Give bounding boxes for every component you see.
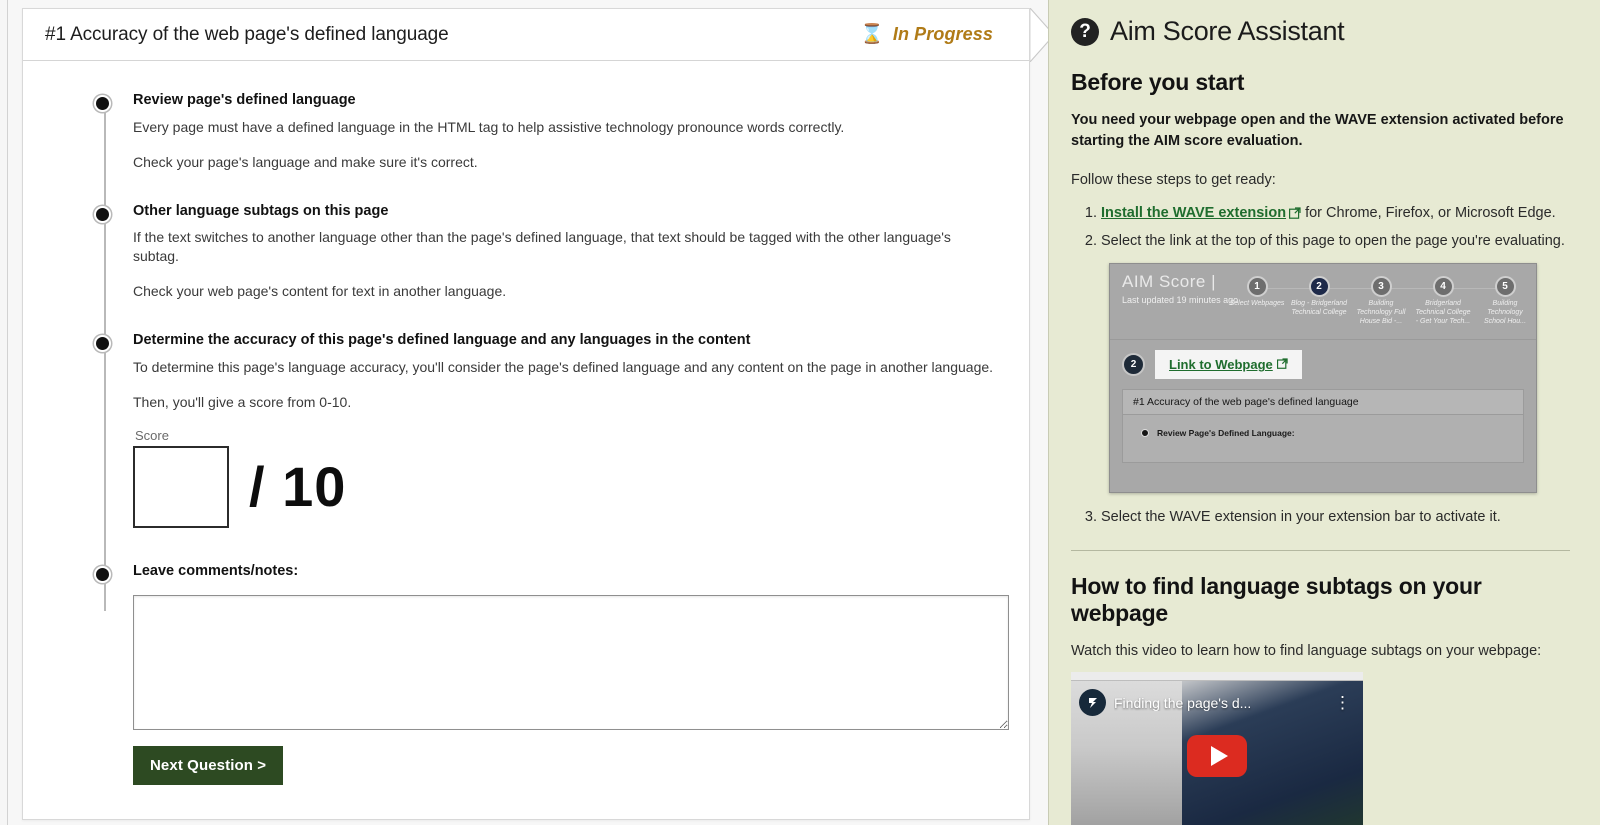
link-to-webpage-label: Link to Webpage: [1169, 357, 1273, 373]
timeline-step: Review page's defined language Every pag…: [23, 91, 1029, 202]
video-overlay-bar: Finding the page's d... ⋮: [1071, 681, 1363, 717]
timeline-step-body: Leave comments/notes: Next Question >: [133, 562, 1039, 785]
setup-steps-list-continued: Select the WAVE extension in your extens…: [1071, 505, 1570, 530]
list-item: Select the WAVE extension in your extens…: [1101, 505, 1570, 530]
youtube-video-embed[interactable]: Finding the page's d... ⋮: [1071, 672, 1363, 825]
external-link-icon: [1289, 203, 1301, 228]
video-section-intro: Watch this video to learn how to find la…: [1071, 643, 1542, 660]
timeline-dot-icon: [94, 335, 111, 353]
app-root: #1 Accuracy of the web page's defined la…: [0, 0, 1600, 825]
video-title[interactable]: Finding the page's d...: [1114, 695, 1326, 711]
video-section-heading: How to find language subtags on your web…: [1071, 573, 1482, 627]
timeline-step: Leave comments/notes: Next Question >: [23, 562, 1029, 785]
step-paragraph: Every page must have a defined language …: [133, 118, 845, 135]
stepper-number: 4: [1432, 276, 1454, 298]
timeline-step-body: Determine the accuracy of this page's de…: [133, 331, 1029, 562]
embedded-step-row: Review Page's Defined Language:: [1123, 415, 1523, 438]
question-header: #1 Accuracy of the web page's defined la…: [23, 9, 1029, 61]
external-link-icon: [1276, 357, 1288, 372]
assistant-sidebar: ? Aim Score Assistant Before you start Y…: [1048, 0, 1600, 825]
video-thumbnail-toolbar: [1071, 672, 1363, 682]
embedded-screenshot-image: AIM Score | Last updated 19 minutes ago …: [1109, 263, 1537, 494]
install-step-rest: for Chrome, Firefox, or Microsoft Edge.: [1305, 205, 1556, 222]
question-title: #1 Accuracy of the web page's defined la…: [45, 23, 449, 45]
timeline-dot-wrap: [23, 331, 133, 353]
comments-textarea[interactable]: [133, 594, 1009, 730]
embedded-question-title: #1 Accuracy of the web page's defined la…: [1123, 390, 1523, 416]
sidebar-header: ? Aim Score Assistant: [1071, 16, 1570, 47]
stepper-item: 2 Blog - Bridgerland Technical College: [1257, 276, 1350, 326]
score-label: Score: [135, 427, 169, 443]
status-label: In Progress: [892, 24, 993, 44]
timeline-step-body: Review page's defined language Every pag…: [133, 91, 1029, 202]
timeline-dot-icon: [1141, 429, 1149, 438]
before-you-start-heading: Before you start: [1071, 69, 1245, 95]
comments-label: Leave comments/notes:: [133, 562, 299, 579]
step-paragraph: To determine this page's language accura…: [133, 358, 994, 375]
before-you-start-intro: You need your webpage open and the WAVE …: [1071, 112, 1564, 150]
install-wave-extension-link[interactable]: Install the WAVE extension: [1101, 205, 1286, 221]
stepper-label: Building Technology Full House Bid -...: [1356, 300, 1406, 325]
next-question-button[interactable]: Next Question >: [133, 745, 284, 785]
sidebar-title: Aim Score Assistant: [1110, 16, 1345, 46]
link-to-webpage-callout: Link to Webpage: [1155, 350, 1302, 380]
step-heading: Review page's defined language: [133, 92, 356, 108]
stepper-item: 5 Building Technology School Hou...: [1443, 276, 1536, 326]
timeline-step-body: Other language subtags on this page If t…: [133, 202, 1029, 332]
list-item: Select the link at the top of this page …: [1101, 229, 1570, 254]
question-card: #1 Accuracy of the web page's defined la…: [22, 8, 1048, 820]
timeline-dot-icon: [94, 205, 111, 223]
step-heading: Other language subtags on this page: [133, 202, 389, 219]
step-paragraph: Then, you'll give a score from 0-10.: [133, 393, 352, 410]
stepper-label: Select Webpages: [1229, 300, 1285, 308]
stepper-number: 5: [1494, 276, 1516, 298]
timeline-dot-wrap: [23, 562, 133, 583]
stepper-item: 3 Building Technology Full House Bid -..…: [1319, 276, 1412, 326]
steps-timeline: Review page's defined language Every pag…: [23, 61, 1029, 785]
score-input[interactable]: [133, 445, 229, 528]
list-item: Install the WAVE extension for Chrome, F…: [1101, 201, 1570, 228]
embedded-stepper: 1 Select Webpages 2 Blog - Bridgerland T…: [1226, 276, 1536, 326]
hourglass-icon: ⌛: [860, 24, 884, 45]
stepper-number: 3: [1370, 276, 1392, 298]
status-badge: ⌛ In Progress: [860, 24, 1011, 45]
main-panel: #1 Accuracy of the web page's defined la…: [8, 0, 1048, 825]
more-options-icon[interactable]: ⋮: [1334, 694, 1355, 711]
stepper-item: 4 Bridgerland Technical College - Get Yo…: [1381, 276, 1474, 326]
question-mark-icon: ?: [1071, 17, 1099, 46]
stepper-label: Blog - Bridgerland Technical College: [1290, 300, 1348, 317]
stepper-number: 2: [1308, 276, 1330, 298]
timeline-step: Other language subtags on this page If t…: [23, 202, 1029, 332]
play-button-icon[interactable]: [1187, 735, 1247, 778]
step-paragraph: If the text switches to another language…: [133, 229, 951, 265]
stepper-label: Building Technology School Hou...: [1483, 300, 1527, 325]
timeline-dot-wrap: [23, 202, 133, 223]
embedded-step-label: Review Page's Defined Language:: [1157, 428, 1295, 439]
channel-avatar-icon: [1079, 689, 1106, 717]
follow-steps-text: Follow these steps to get ready:: [1071, 172, 1276, 189]
setup-steps-list: Install the WAVE extension for Chrome, F…: [1071, 201, 1570, 253]
timeline-step: Determine the accuracy of this page's de…: [23, 331, 1029, 562]
score-row: / 10: [133, 445, 999, 528]
score-denominator: / 10: [249, 454, 347, 518]
left-scrollbar-gutter[interactable]: [0, 0, 8, 825]
embedded-question-card: #1 Accuracy of the web page's defined la…: [1122, 389, 1524, 464]
embedded-topbar: AIM Score | Last updated 19 minutes ago …: [1110, 264, 1536, 341]
embedded-link-row: 2 Link to Webpage: [1110, 340, 1536, 380]
header-arrow-point: [1030, 8, 1048, 62]
stepper-number: 1: [1246, 276, 1268, 298]
stepper-label: Bridgerland Technical College - Get Your…: [1415, 300, 1471, 325]
step-paragraph: Check your web page's content for text i…: [133, 283, 507, 300]
step-heading: Determine the accuracy of this page's de…: [133, 332, 751, 349]
timeline-dot-icon: [94, 565, 111, 583]
embedded-step-badge: 2: [1122, 353, 1145, 377]
timeline-dot-icon: [94, 95, 111, 112]
section-divider: [1071, 550, 1570, 552]
play-triangle: [1210, 746, 1228, 767]
stepper-item: 1 Select Webpages: [1226, 276, 1288, 326]
step-paragraph: Check your page's language and make sure…: [133, 153, 478, 170]
timeline-dot-wrap: [23, 91, 133, 112]
